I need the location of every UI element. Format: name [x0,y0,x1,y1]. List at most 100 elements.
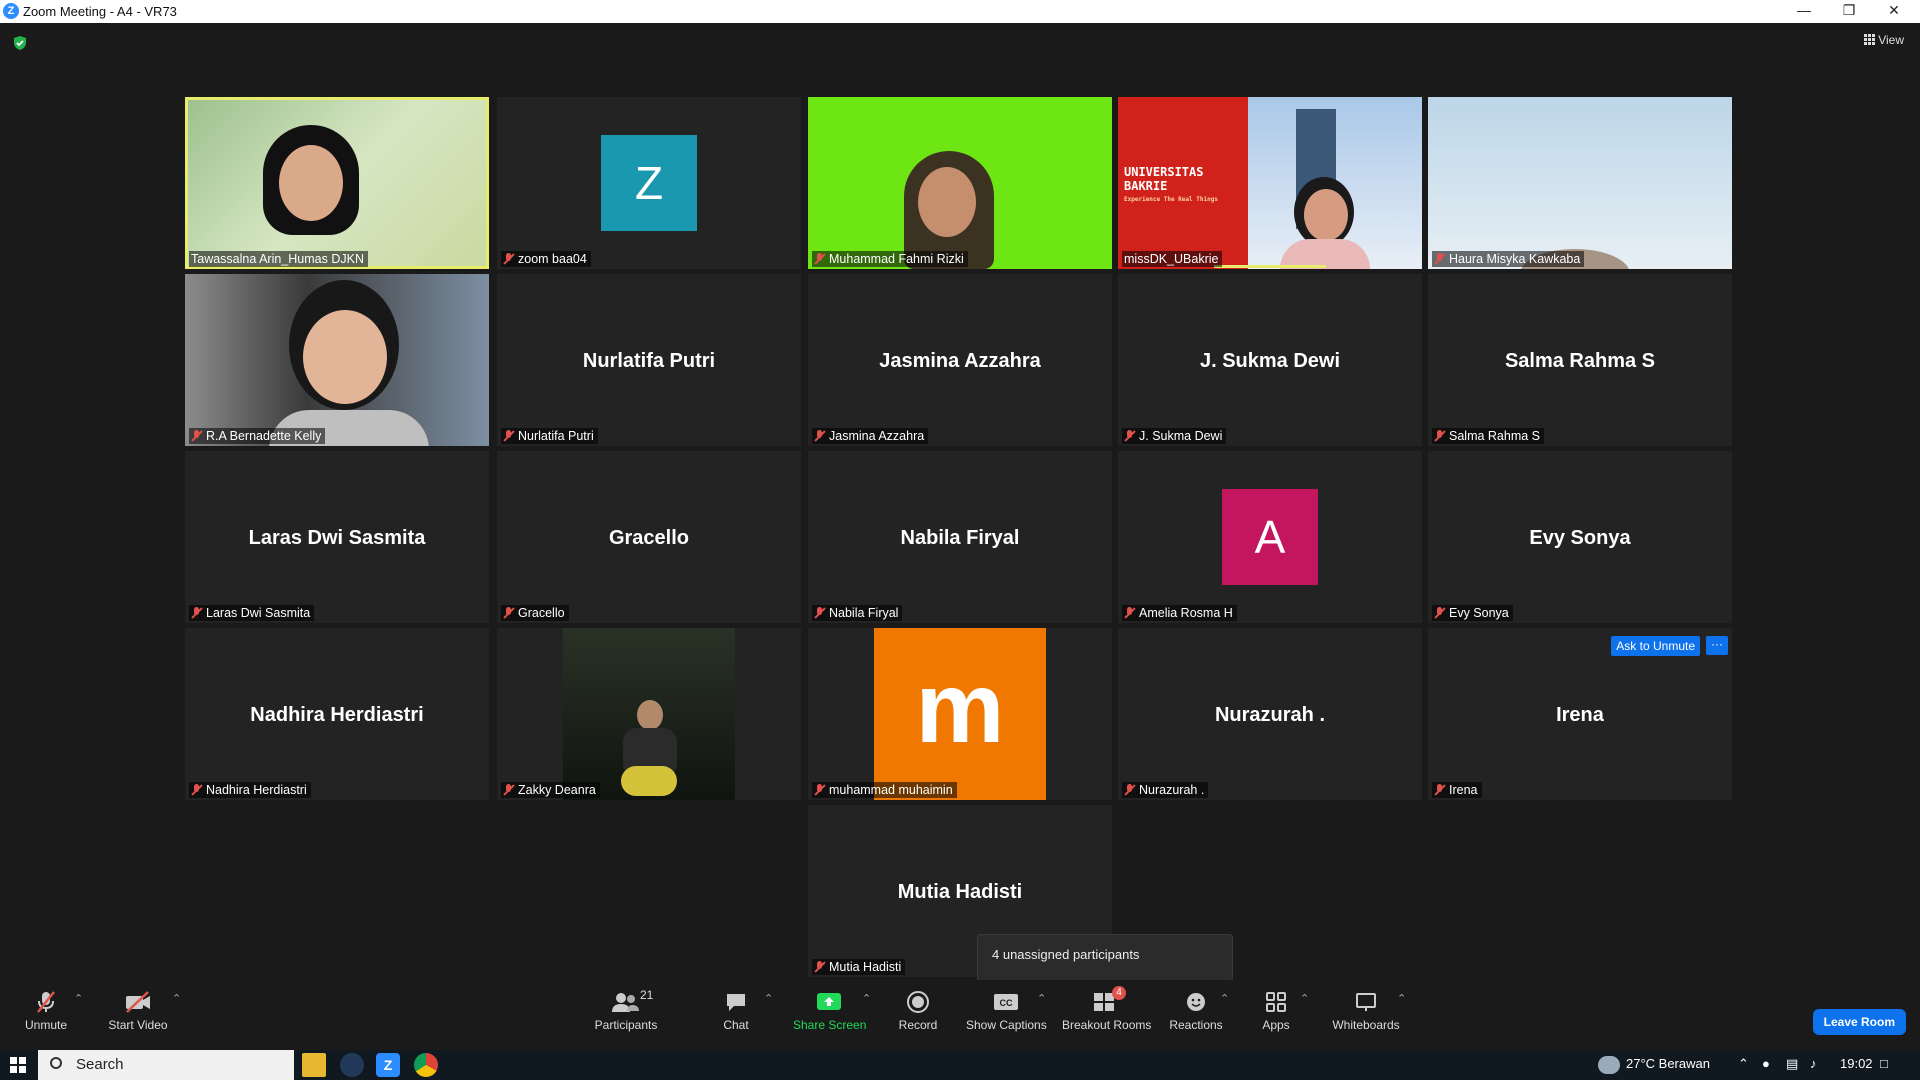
unassigned-participants-tooltip: 4 unassigned participants [977,934,1233,982]
video-tile[interactable]: J. Sukma Dewi J. Sukma Dewi [1118,274,1422,446]
chat-options-caret-icon[interactable]: ⌃ [764,992,773,1005]
whiteboards-label: Whiteboards [1332,1018,1400,1032]
participants-label: Participants [594,1018,658,1032]
participant-display-name: Nabila Firyal [900,527,1020,549]
close-button[interactable]: ✕ [1872,0,1916,23]
video-options-caret-icon[interactable]: ⌃ [172,992,181,1005]
more-options-button[interactable]: ··· [1706,636,1728,655]
video-tile[interactable]: R.A Bernadette Kelly [185,274,489,446]
captions-options-caret-icon[interactable]: ⌃ [1037,992,1046,1005]
participant-video [621,766,677,796]
participant-name-tag: Laras Dwi Sasmita [189,605,315,621]
participant-name-tag: J. Sukma Dewi [1122,428,1227,444]
ask-to-unmute-button[interactable]: Ask to Unmute [1611,636,1700,656]
apps-button[interactable]: Apps [1262,980,1290,1050]
participant-name: Salma Rahma S [1449,429,1541,443]
participant-name-tag: Nurlatifa Putri [501,428,598,444]
reactions-button[interactable]: Reactions [1168,980,1224,1050]
video-tile[interactable]: Salma Rahma S Salma Rahma S [1428,274,1732,446]
participant-display-name: J. Sukma Dewi [1199,350,1341,372]
record-button[interactable]: Record [898,980,938,1050]
video-tile[interactable]: A Amelia Rosma H [1118,451,1422,623]
start-video-button[interactable]: Start Video [104,980,172,1050]
video-tile[interactable]: Nadhira Herdiastri Nadhira Herdiastri [185,628,489,800]
video-tile[interactable]: Nabila Firyal Nabila Firyal [808,451,1112,623]
video-tile[interactable]: Zakky Deanra [497,628,801,800]
minimize-button[interactable]: — [1782,0,1826,23]
mic-muted-icon [503,253,515,265]
mic-muted-icon [37,991,55,1013]
chat-button[interactable]: Chat [720,980,752,1050]
participant-name: Laras Dwi Sasmita [206,606,311,620]
avatar: A [1222,489,1318,585]
participant-name: Nadhira Herdiastri [206,783,307,797]
participant-name-tag: Nurazurah . [1122,782,1209,798]
zoom-taskbar-icon[interactable]: Z [376,1053,400,1077]
volume-icon[interactable]: ♪ [1810,1056,1817,1071]
app-icon[interactable] [340,1053,364,1077]
whiteboard-icon [1356,993,1376,1011]
video-tile[interactable]: Tawassalna Arin_Humas DJKN [185,97,489,269]
participant-name-tag: missDK_UBakrie [1122,251,1223,267]
mic-muted-icon [814,253,826,265]
breakout-rooms-button[interactable]: 4 Breakout Rooms [1062,980,1151,1050]
reactions-label: Reactions [1169,1018,1223,1032]
show-captions-button[interactable]: CC Show Captions [966,980,1047,1050]
file-explorer-icon[interactable] [302,1053,326,1077]
video-tile[interactable]: Muhammad Fahmi Rizki [808,97,1112,269]
participants-button[interactable]: 21 Participants [590,980,662,1050]
windows-start-icon[interactable] [10,1057,26,1073]
participant-name-tag: Haura Misyka Kawkaba [1432,251,1585,267]
video-tile[interactable]: Z zoom baa04 [497,97,801,269]
mic-muted-icon [1434,430,1446,442]
participant-display-name: Nurazurah . [1214,704,1326,726]
whiteboard-options-caret-icon[interactable]: ⌃ [1397,992,1406,1005]
mic-muted-icon [1124,430,1136,442]
leave-room-button[interactable]: Leave Room [1812,1009,1906,1035]
banner-line-2: BAKRIE [1124,179,1168,193]
apps-icon [1266,992,1286,1012]
video-tile[interactable]: Nurazurah . Nurazurah . [1118,628,1422,800]
participant-name-tag: Amelia Rosma H [1122,605,1237,621]
participant-name-tag: Mutia Hadisti [812,959,906,975]
video-tile[interactable]: Gracello Gracello [497,451,801,623]
participant-name: Jasmina Azzahra [829,429,925,443]
weather-icon[interactable] [1598,1056,1620,1074]
participant-name: Nurazurah . [1139,783,1205,797]
participant-name-tag: zoom baa04 [501,251,591,267]
video-off-icon [126,991,150,1013]
participant-name-tag: Salma Rahma S [1432,428,1545,444]
apps-options-caret-icon[interactable]: ⌃ [1300,992,1309,1005]
video-tile[interactable]: UNIVERSITAS BAKRIE Experience The Real T… [1118,97,1422,269]
audio-options-caret-icon[interactable]: ⌃ [74,992,83,1005]
participants-icon [612,993,639,1012]
video-tile[interactable]: Nurlatifa Putri Nurlatifa Putri [497,274,801,446]
restore-button[interactable]: ❐ [1827,0,1871,23]
view-button[interactable]: View [1864,33,1904,47]
weather-text[interactable]: 27°C Berawan [1626,1056,1710,1071]
clock[interactable]: 19:02 [1840,1056,1873,1071]
video-tile[interactable]: Laras Dwi Sasmita Laras Dwi Sasmita [185,451,489,623]
video-tile[interactable]: Ask to Unmute ··· Irena Irena [1428,628,1732,800]
notifications-icon[interactable]: □ [1880,1056,1888,1071]
share-options-caret-icon[interactable]: ⌃ [862,992,871,1005]
whiteboards-button[interactable]: Whiteboards [1330,980,1402,1050]
participant-name-tag: Nadhira Herdiastri [189,782,311,798]
participant-name: missDK_UBakrie [1124,252,1219,266]
participant-display-name: Salma Rahma S [1504,350,1656,372]
participant-name: Zakky Deanra [518,783,596,797]
network-icon[interactable]: ▤ [1786,1056,1798,1072]
tray-chevron-icon[interactable]: ⌃ [1738,1056,1749,1072]
video-tile[interactable]: Haura Misyka Kawkaba [1428,97,1732,269]
video-tile[interactable]: Evy Sonya Evy Sonya [1428,451,1732,623]
video-tile[interactable]: m muhammad muhaimin [808,628,1112,800]
reactions-options-caret-icon[interactable]: ⌃ [1220,992,1229,1005]
microphone-tray-icon[interactable]: ● [1762,1056,1770,1071]
share-screen-button[interactable]: Share Screen [793,980,866,1050]
video-tile[interactable]: Jasmina Azzahra Jasmina Azzahra [808,274,1112,446]
unmute-button[interactable]: Unmute [16,980,76,1050]
chrome-icon[interactable] [414,1053,438,1077]
taskbar-search-box[interactable]: Search [38,1050,294,1080]
search-icon [50,1057,62,1069]
security-shield-icon[interactable] [12,35,28,51]
